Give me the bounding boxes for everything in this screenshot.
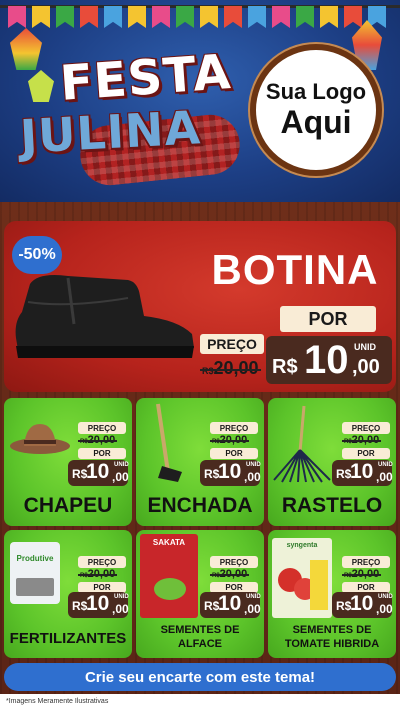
old-price: R$20,00	[210, 434, 250, 446]
discount-badge: -50%	[12, 236, 62, 274]
price-box: R$ 10 UNID ,00	[332, 460, 393, 486]
product-title: FERTILIZANTES	[9, 630, 127, 647]
seed-packet-image: syngenta	[272, 538, 332, 618]
preco-tag: PREÇO	[342, 556, 390, 568]
create-flyer-button[interactable]: Crie seu encarte com este tema!	[4, 663, 396, 691]
product-title: CHAPEU	[23, 494, 113, 517]
por-tag: POR	[342, 448, 390, 459]
old-price: R$20,00	[78, 434, 118, 446]
preco-tag: PREÇO	[210, 422, 258, 434]
product-card-chapeu[interactable]: PREÇO R$20,00 POR R$10UNID,00 CHAPEU	[4, 398, 132, 526]
preco-tag: PREÇO	[78, 422, 126, 434]
product-card-fertilizantes[interactable]: Produtive PREÇO R$20,00 POR R$10UNID,00 …	[4, 530, 132, 658]
festa-julina-logo: FESTA JULINA	[18, 44, 243, 189]
price-box: R$ 10 UNID ,00	[68, 592, 129, 618]
preco-tag: PREÇO	[78, 556, 126, 568]
hero-preco-tag: PREÇO	[200, 334, 264, 354]
product-title-line1: SEMENTES DE	[292, 624, 372, 636]
hero-old-currency: R$	[202, 366, 214, 376]
old-price: R$20,00	[78, 568, 118, 580]
header-banner: FESTA JULINA Sua Logo Aqui	[0, 0, 400, 202]
bunting-decoration	[0, 0, 400, 40]
price-box: R$ 10 UNID ,00	[200, 460, 261, 486]
product-title: RASTELO	[281, 494, 383, 517]
price-box: R$ 10 UNID ,00	[68, 460, 129, 486]
product-card-sementes-alface[interactable]: SAKATA PREÇO R$20,00 POR R$10UNID,00 SEM…	[136, 530, 264, 658]
hero-por-tag: POR	[280, 306, 376, 332]
preco-tag: PREÇO	[342, 422, 390, 434]
por-tag: POR	[78, 448, 126, 459]
hat-image	[10, 424, 70, 454]
store-logo-placeholder: Sua Logo Aqui	[250, 44, 382, 176]
product-card-enchada[interactable]: PREÇO R$20,00 POR R$10UNID,00 ENCHADA	[136, 398, 264, 526]
hero-price-box: R$ 10 UNID ,00	[266, 336, 392, 384]
hero-product-title: BOTINA	[211, 246, 379, 293]
seed-packet-image: SAKATA	[140, 534, 198, 618]
old-price: R$20,00	[342, 434, 382, 446]
price-box: R$ 10 UNID ,00	[200, 592, 261, 618]
fertilizer-bag-image: Produtive	[10, 542, 60, 604]
product-title-line1: SEMENTES DE	[160, 624, 240, 636]
hero-price-cents: ,00	[352, 356, 380, 378]
boot-image	[15, 275, 194, 358]
product-title-line2: TOMATE HIBRIDA	[284, 638, 380, 650]
hero-unid-label: UNID	[354, 342, 376, 352]
old-price: R$20,00	[342, 568, 382, 580]
hero-old-price: R$20,00	[200, 358, 261, 379]
julina-word: JULINA	[18, 100, 203, 164]
hero-currency: R$	[272, 356, 298, 378]
old-price: R$20,00	[210, 568, 250, 580]
product-title: ENCHADA	[147, 494, 253, 517]
logo-line1: Sua Logo	[265, 79, 367, 105]
product-title-line2: ALFACE	[178, 638, 222, 650]
festa-word: FESTA	[58, 44, 234, 112]
pack-brand: SAKATA	[152, 538, 186, 547]
hoe-image	[156, 403, 182, 482]
pack-brand: Produtive	[16, 554, 54, 563]
hero-price-int: 10	[304, 338, 349, 382]
illustrative-images-disclaimer: *Imagens Meramente Ilustrativas	[0, 694, 400, 711]
preco-tag: PREÇO	[210, 556, 258, 568]
price-box: R$ 10 UNID ,00	[332, 592, 393, 618]
pack-brand: syngenta	[286, 542, 318, 549]
por-tag: POR	[210, 448, 258, 459]
product-card-rastelo[interactable]: PREÇO R$20,00 POR R$10UNID,00 RASTELO	[268, 398, 396, 526]
product-card-sementes-tomate[interactable]: syngenta PREÇO R$20,00 POR R$10UNID,00 S…	[268, 530, 396, 658]
rake-image	[273, 405, 331, 483]
logo-line2: Aqui	[280, 103, 352, 140]
